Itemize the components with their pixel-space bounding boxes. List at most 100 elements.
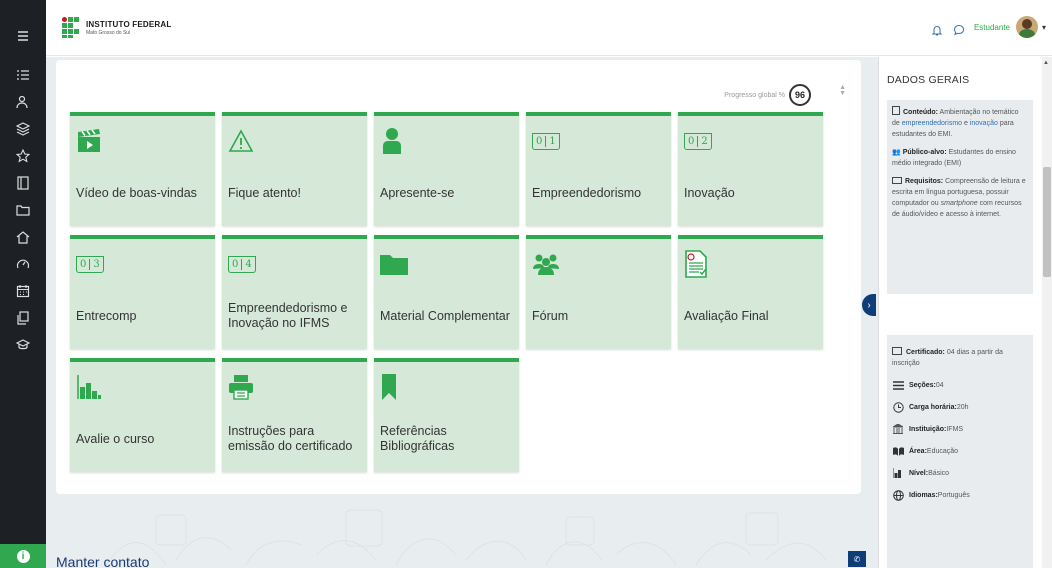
layers-icon[interactable] xyxy=(0,118,46,140)
progress-label: Progresso global % xyxy=(724,91,785,99)
folder-icon xyxy=(380,251,408,277)
home-icon[interactable] xyxy=(0,226,46,248)
chat-icon[interactable] xyxy=(952,23,966,37)
document-check-icon xyxy=(684,250,712,278)
tile-label: Fique atento! xyxy=(228,185,301,200)
info-icon: i xyxy=(16,549,30,563)
site-logo[interactable]: INSTITUTO FEDERAL Mato Grosso do Sul xyxy=(62,17,171,39)
group-icon xyxy=(532,251,560,277)
tile-avalie-o-curso[interactable]: Avalie o curso xyxy=(70,358,215,472)
footer-action-button[interactable]: ✆ xyxy=(848,551,866,567)
printer-icon xyxy=(228,374,256,400)
scrollbar-thumb[interactable] xyxy=(1043,167,1051,277)
tile-label: Fórum xyxy=(532,308,569,323)
instituicao-item: Instituição: IFMS xyxy=(892,423,1028,435)
tile-label: Empreendedorismo e Inovação no IFMS xyxy=(228,301,348,330)
star-icon[interactable] xyxy=(0,145,46,167)
folder-icon[interactable] xyxy=(0,199,46,221)
clock-icon xyxy=(892,401,904,413)
scroll-up-icon[interactable]: ▲ xyxy=(1043,60,1049,66)
tile-inovacao[interactable]: 02 Inovação xyxy=(678,112,823,226)
drawer-scrollbar[interactable]: ▲ xyxy=(1042,57,1052,568)
tile-label: Referências Bibliográficas xyxy=(380,424,455,453)
course-info-drawer: DADOS GERAIS Conteúdo: Ambientação no te… xyxy=(878,57,1052,568)
level-bars-icon xyxy=(892,467,904,479)
book-02-icon: 02 xyxy=(684,128,712,154)
tile-label: Avaliação Final xyxy=(684,308,769,323)
course-tiles-card: Progresso global % 96 ▲ ▼ Vídeo de boas-v… xyxy=(56,60,861,494)
tile-empreendedorismo[interactable]: 01 Empreendedorismo xyxy=(526,112,671,226)
dashboard-icon[interactable] xyxy=(0,253,46,275)
top-navbar: INSTITUTO FEDERAL Mato Grosso do Sul Est… xyxy=(46,0,1052,56)
tile-forum[interactable]: Fórum xyxy=(526,235,671,349)
nivel-item: Nível: Básico xyxy=(892,467,1028,479)
publico-item: 👥 Público-alvo: Estudantes do ensino médi… xyxy=(892,149,1016,167)
drawer-title: DADOS GERAIS xyxy=(887,74,970,86)
link-inovacao[interactable]: inovação xyxy=(970,120,998,127)
idiomas-item: Idiomas: Português xyxy=(892,489,1028,501)
global-progress: Progresso global % 96 xyxy=(724,84,811,106)
tile-entrecomp[interactable]: 03 Entrecomp xyxy=(70,235,215,349)
list-icon[interactable] xyxy=(0,64,46,86)
tile-label: Avalie o curso xyxy=(76,431,155,446)
general-data-panel: Conteúdo: Ambientação no temático de emp… xyxy=(887,100,1033,294)
globe-icon xyxy=(892,489,904,501)
certificado-item: Certificado: 04 dias a partir da inscriç… xyxy=(892,347,1003,367)
tile-label: Vídeo de boas-vindas xyxy=(76,185,197,200)
menu-icon[interactable] xyxy=(0,25,46,47)
brand-subtitle: Mato Grosso do Sul xyxy=(86,30,131,36)
secoes-item: Seções: 04 xyxy=(892,379,1028,391)
calendar-icon[interactable] xyxy=(0,280,46,302)
tile-material-complementar[interactable]: Material Complementar xyxy=(374,235,519,349)
participants-icon[interactable] xyxy=(0,91,46,113)
chevron-right-icon: › xyxy=(867,299,871,311)
link-empreendedorismo[interactable]: empreendedorismo xyxy=(902,120,962,127)
bell-icon[interactable] xyxy=(930,23,944,37)
info-button[interactable]: i xyxy=(0,544,46,568)
tile-label: Empreendedorismo xyxy=(532,185,642,200)
book-01-icon: 01 xyxy=(532,128,560,154)
tile-label: Material Complementar xyxy=(380,308,510,323)
tile-label: Apresente-se xyxy=(380,185,455,200)
chevron-down-icon[interactable]: ▾ xyxy=(1042,23,1046,32)
avatar[interactable] xyxy=(1015,16,1038,38)
copy-icon[interactable] xyxy=(0,307,46,329)
tile-label: Inovação xyxy=(684,185,735,200)
tile-apresente-se[interactable]: Apresente-se xyxy=(374,112,519,226)
sort-icon[interactable]: ▲ ▼ xyxy=(839,84,846,97)
tile-referencias-bibliograficas[interactable]: Referências Bibliográficas xyxy=(374,358,519,472)
tile-label: Instruções para emissão do certificado xyxy=(228,424,353,453)
warning-icon xyxy=(228,128,256,154)
bar-chart-icon xyxy=(76,374,104,400)
course-main: Progresso global % 96 ▲ ▼ Vídeo de boas-v… xyxy=(46,57,878,568)
area-item: Área: Educação xyxy=(892,445,1028,457)
people-icon: 👥 xyxy=(892,149,901,156)
tile-fique-atento[interactable]: Fique atento! xyxy=(222,112,367,226)
tile-video-boas-vindas[interactable]: Vídeo de boas-vindas xyxy=(70,112,215,226)
video-clapper-icon xyxy=(76,128,104,154)
tile-avaliacao-final[interactable]: Avaliação Final xyxy=(678,235,823,349)
carga-item: Carga horária: 20h xyxy=(892,401,1028,413)
brand-name: INSTITUTO FEDERAL xyxy=(86,20,172,29)
logo-mark xyxy=(62,17,82,39)
book-04-icon: 04 xyxy=(228,251,256,277)
tile-empreendedorismo-inovacao-ifms[interactable]: 04 Empreendedorismo e Inovação no IFMS xyxy=(222,235,367,349)
monitor-icon xyxy=(892,177,902,184)
tile-instrucoes-certificado[interactable]: Instruções para emissão do certificado xyxy=(222,358,367,472)
bookmark-icon xyxy=(380,374,408,400)
phone-icon: ✆ xyxy=(853,554,861,564)
person-icon xyxy=(380,128,408,154)
book-icon[interactable] xyxy=(0,172,46,194)
open-book-icon xyxy=(892,445,904,457)
footer-title: Manter contato xyxy=(56,554,150,568)
progress-ring: 96 xyxy=(789,84,811,106)
conteudo-item: Conteúdo: Ambientação no temático de emp… xyxy=(892,106,1028,140)
tile-label: Entrecomp xyxy=(76,308,137,323)
book-03-icon: 03 xyxy=(76,251,104,277)
user-name[interactable]: Estudante xyxy=(974,23,1010,32)
document-icon xyxy=(892,106,900,115)
decorative-pattern xyxy=(105,509,827,566)
graduation-icon[interactable] xyxy=(0,334,46,356)
course-details-panel: Certificado: 04 dias a partir da inscriç… xyxy=(887,335,1033,568)
requisitos-item: Requisitos: Compreensão de leitura e esc… xyxy=(892,177,1026,218)
